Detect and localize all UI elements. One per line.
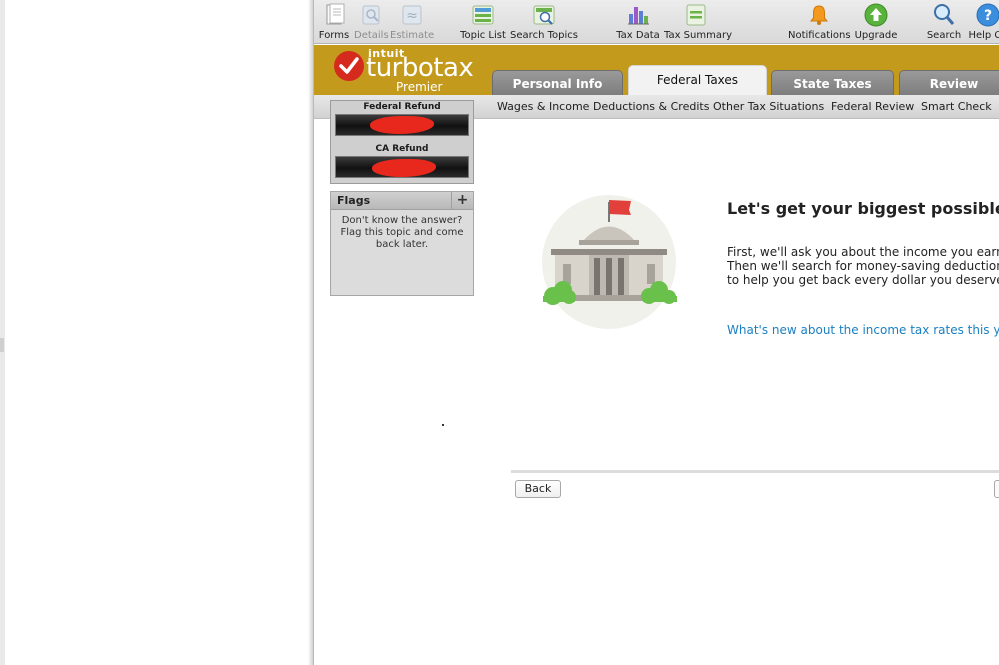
subnav-deductions-credits[interactable]: Deductions & Credits (593, 100, 709, 113)
window-resize-handle[interactable] (0, 338, 4, 352)
intro-line: to help you get back every dollar you de… (727, 273, 999, 287)
forms-button[interactable]: Forms (316, 0, 352, 44)
bar-chart-icon (628, 7, 649, 25)
subnav-other-tax-situations[interactable]: Other Tax Situations (713, 100, 824, 113)
add-flag-button[interactable]: + (451, 192, 473, 210)
turbotax-logo: intuit turbotax Premier (332, 47, 482, 94)
notifications-label: Notifications (788, 30, 851, 41)
refund-monitor: Federal Refund CA Refund (330, 100, 474, 184)
redaction-mark (370, 116, 434, 134)
ca-refund-amount[interactable] (335, 156, 469, 178)
capitol-building-icon (542, 195, 677, 329)
help-icon: ? (976, 3, 999, 27)
estimate-icon: ≈ (402, 5, 422, 25)
magnifier-icon (934, 4, 955, 25)
subnav-federal-review[interactable]: Federal Review (831, 100, 914, 113)
tab-personal-info[interactable]: Personal Info (492, 70, 623, 95)
topic-list-icon (472, 5, 494, 25)
tab-state-taxes[interactable]: State Taxes (771, 70, 894, 95)
estimate-label: Estimate (390, 30, 435, 41)
page-title: Let's get your biggest possible ref (727, 199, 999, 218)
topic-list-label: Topic List (460, 30, 506, 41)
desktop-blank-area (0, 0, 312, 665)
forms-icon (326, 3, 345, 25)
tab-federal-taxes[interactable]: Federal Taxes (628, 65, 767, 95)
turbotax-window: Forms Details ≈ Estimate Topic List Sear… (313, 0, 999, 665)
federal-refund-amount[interactable] (335, 114, 469, 136)
upgrade-button[interactable]: Upgrade (854, 0, 898, 44)
bell-icon (809, 5, 829, 25)
search-topics-icon (533, 5, 555, 25)
svg-text:≈: ≈ (406, 8, 418, 24)
stray-dot (442, 424, 444, 426)
search-button[interactable]: Search (924, 0, 964, 44)
tax-rates-link[interactable]: What's new about the income tax rates th… (727, 323, 999, 337)
checkmark-icon (334, 51, 364, 81)
upgrade-label: Upgrade (854, 30, 898, 41)
redaction-mark (372, 159, 436, 177)
ca-refund-label: CA Refund (375, 144, 429, 154)
federal-refund-label: Federal Refund (363, 102, 441, 112)
continue-button[interactable] (994, 480, 999, 498)
toolbar: Forms Details ≈ Estimate Topic List Sear… (314, 0, 999, 44)
flags-hint-text: Don't know the answer? Flag this topic a… (340, 215, 464, 250)
tax-summary-icon (686, 4, 706, 26)
logo-product-text: turbotax (366, 53, 474, 83)
brand-bar: intuit turbotax Premier Personal Info Fe… (314, 45, 999, 95)
details-icon (362, 5, 380, 25)
logo-edition-text: Premier (396, 80, 443, 94)
tax-summary-button[interactable]: Tax Summary (664, 0, 733, 44)
tax-data-label: Tax Data (616, 30, 660, 41)
flags-header: Flags + (331, 192, 473, 210)
search-label: Search (926, 30, 962, 41)
search-topics-button[interactable]: Search Topics (510, 0, 578, 44)
intro-line: First, we'll ask you about the income yo… (727, 245, 999, 259)
estimate-button[interactable]: ≈ Estimate (390, 0, 434, 44)
tab-review[interactable]: Review (899, 70, 999, 95)
forms-label: Forms (318, 30, 350, 41)
details-label: Details (354, 30, 389, 41)
topic-list-button[interactable]: Topic List (459, 0, 507, 44)
flags-panel: Flags + Don't know the answer? Flag this… (330, 191, 474, 296)
notifications-button[interactable]: Notifications (788, 0, 851, 44)
details-button[interactable]: Details (354, 0, 389, 44)
subnav-wages-income[interactable]: Wages & Income (497, 100, 589, 113)
subnav-smart-check[interactable]: Smart Check (921, 100, 992, 113)
flags-title: Flags (337, 194, 371, 207)
help-center-label: Help Ce (968, 30, 999, 41)
tax-data-button[interactable]: Tax Data (615, 0, 661, 44)
svg-text:?: ? (984, 8, 992, 24)
back-button[interactable]: Back (515, 480, 561, 498)
upgrade-arrow-icon (864, 3, 888, 27)
content-divider (511, 470, 999, 473)
intro-line: Then we'll search for money-saving deduc… (727, 259, 999, 273)
screen: Forms Details ≈ Estimate Topic List Sear… (0, 0, 999, 665)
search-topics-label: Search Topics (510, 30, 578, 41)
tax-summary-label: Tax Summary (664, 30, 733, 41)
help-center-button[interactable]: ? Help Ce (965, 0, 999, 44)
intro-text: First, we'll ask you about the income yo… (727, 245, 999, 287)
